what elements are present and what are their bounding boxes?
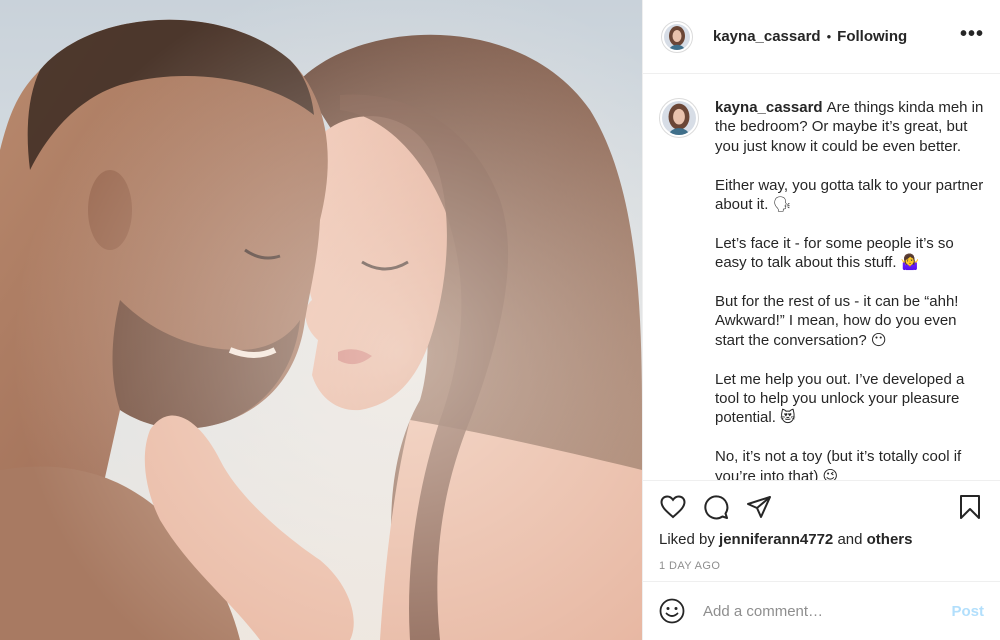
bookmark-icon-graphic (960, 495, 980, 519)
caption-paragraph: No, it’s not a toy (but it’s totally coo… (715, 448, 962, 480)
caption-text: kayna_cassard Are things kinda meh in the… (715, 98, 984, 480)
caption-paragraph: Let’s face it - for some people it’s so … (715, 234, 954, 272)
following-button[interactable]: Following (837, 28, 907, 45)
comment-input[interactable] (701, 601, 952, 621)
caption-paragraph: Let me help you out. I’ve developed a to… (715, 370, 965, 427)
heart-icon-graphic (660, 495, 686, 519)
likes-joiner: and (837, 531, 863, 548)
more-horizontal-icon[interactable]: ••• (960, 24, 984, 50)
caption-paragraph: Either way, you gotta talk to your partn… (715, 176, 984, 214)
post-photo-illustration (0, 0, 642, 640)
likes-summary: Liked by jenniferann4772 and others (659, 531, 984, 548)
separator-dot: • (826, 29, 832, 44)
avatar-illustration (664, 23, 690, 50)
heart-icon[interactable] (659, 493, 687, 521)
caption-author-avatar[interactable] (659, 98, 699, 138)
post-side-panel: kayna_cassard • Following ••• kayna_cass… (642, 0, 1000, 640)
avatar-illustration (662, 101, 696, 135)
likes-prefix: Liked by (659, 531, 715, 548)
caption-area: kayna_cassard Are things kinda meh in the… (643, 74, 1000, 480)
avatar-image (662, 101, 696, 135)
caption-paragraph: But for the rest of us - it can be “ahh!… (715, 293, 959, 349)
actions-area: Liked by jenniferann4772 and others 1 DA… (643, 480, 1000, 581)
caption-username[interactable]: kayna_cassard (715, 99, 823, 116)
avatar-image (664, 23, 690, 50)
share-icon[interactable] (745, 493, 773, 521)
comment-icon-graphic (704, 495, 729, 520)
action-icons-row (659, 493, 984, 521)
smiley-icon[interactable] (659, 598, 685, 624)
author-username[interactable]: kayna_cassard (713, 28, 821, 45)
likes-user-link[interactable]: jenniferann4772 (719, 531, 833, 548)
instagram-post: kayna_cassard • Following ••• kayna_cass… (0, 0, 1000, 640)
post-image[interactable] (0, 0, 642, 640)
post-comment-button[interactable]: Post (951, 603, 984, 620)
comment-icon[interactable] (702, 493, 730, 521)
post-timestamp[interactable]: 1 DAY AGO (659, 560, 984, 572)
caption-paragraph: kayna_cassard Are things kinda meh in the… (715, 98, 984, 156)
author-avatar[interactable] (661, 20, 693, 53)
likes-others-link[interactable]: others (867, 531, 913, 548)
add-comment-bar: Post (643, 581, 1000, 640)
smiley-icon-graphic (659, 598, 685, 624)
bookmark-icon[interactable] (956, 493, 984, 521)
post-header: kayna_cassard • Following ••• (643, 0, 1000, 74)
share-icon-graphic (747, 496, 771, 518)
